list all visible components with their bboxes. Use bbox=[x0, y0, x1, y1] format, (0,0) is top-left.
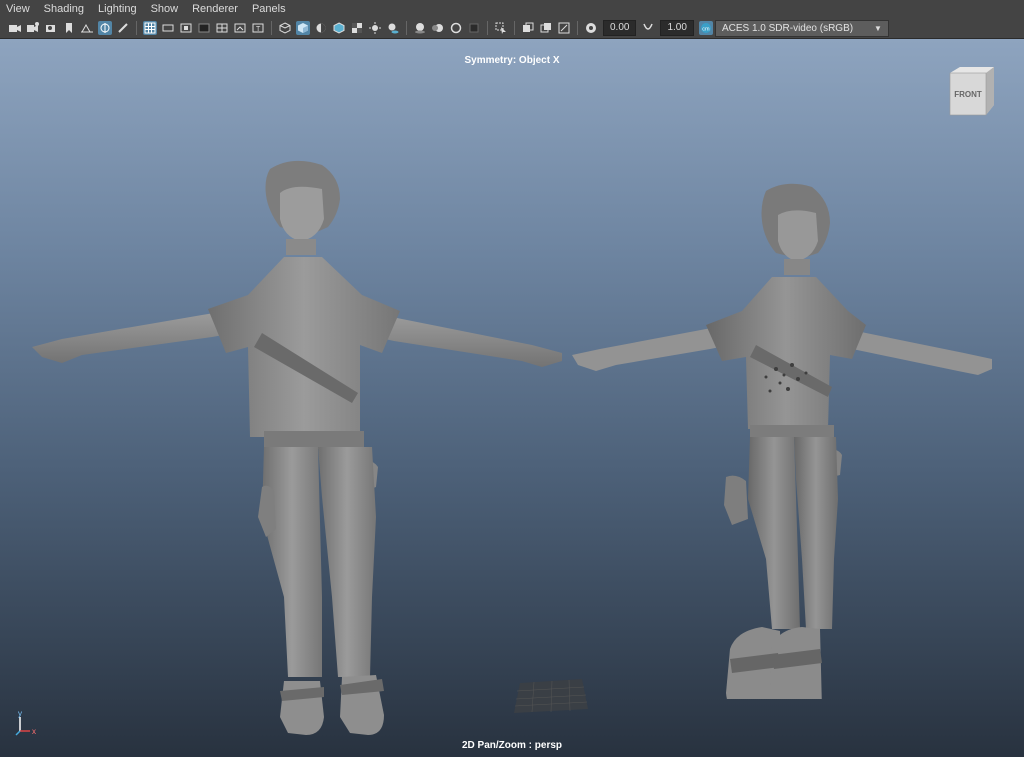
symmetry-hud: Symmetry: Object X bbox=[464, 55, 560, 66]
3d-viewport[interactable]: Symmetry: Object X FRONT y x 2D Pan/Zoom… bbox=[0, 39, 1024, 757]
exposure-field[interactable]: 0.00 bbox=[603, 20, 637, 36]
2d-pan-zoom-icon[interactable] bbox=[98, 21, 112, 35]
axis-x-label: x bbox=[32, 727, 36, 736]
menu-shading[interactable]: Shading bbox=[37, 0, 91, 18]
gamma-field[interactable]: 1.00 bbox=[660, 20, 694, 36]
textured-icon[interactable] bbox=[350, 21, 364, 35]
xray-icon[interactable] bbox=[521, 21, 535, 35]
axis-y-label: y bbox=[18, 709, 22, 718]
multisample-aa-icon[interactable] bbox=[449, 21, 463, 35]
menu-show[interactable]: Show bbox=[144, 0, 186, 18]
grid-icon[interactable] bbox=[143, 21, 157, 35]
menu-renderer[interactable]: Renderer bbox=[185, 0, 245, 18]
screen-space-ao-icon[interactable] bbox=[413, 21, 427, 35]
camera-attributes-icon[interactable] bbox=[26, 21, 40, 35]
toolbar-divider bbox=[514, 21, 515, 35]
resolution-gate-icon[interactable] bbox=[179, 21, 193, 35]
ground-grid bbox=[514, 679, 588, 713]
smooth-shade-cube-icon[interactable] bbox=[296, 21, 310, 35]
toolbar-divider bbox=[136, 21, 137, 35]
camera-icon[interactable] bbox=[8, 21, 22, 35]
toolbar-divider bbox=[487, 21, 488, 35]
panel-toolbar: T 0.00 1.00 cm ACES 1.0 SDR-video (sRGB)… bbox=[0, 18, 1024, 39]
view-transform-label: ACES 1.0 SDR-video (sRGB) bbox=[721, 22, 854, 34]
bookmark-icon[interactable] bbox=[62, 21, 76, 35]
isolate-select-icon[interactable] bbox=[494, 21, 508, 35]
image-plane-icon[interactable] bbox=[80, 21, 94, 35]
shadows-icon[interactable] bbox=[386, 21, 400, 35]
panel-menubar: View Shading Lighting Show Renderer Pane… bbox=[0, 0, 1024, 18]
exposure-icon[interactable] bbox=[584, 21, 598, 35]
wireframe-on-shaded-icon[interactable] bbox=[332, 21, 346, 35]
film-gate-icon[interactable] bbox=[161, 21, 175, 35]
low-poly-character-model[interactable] bbox=[22, 157, 567, 737]
chevron-down-icon: ▼ bbox=[874, 23, 882, 33]
depth-of-field-icon[interactable] bbox=[467, 21, 481, 35]
svg-text:T: T bbox=[256, 26, 261, 33]
menu-panels[interactable]: Panels bbox=[245, 0, 293, 18]
menu-lighting[interactable]: Lighting bbox=[91, 0, 144, 18]
use-all-lights-icon[interactable] bbox=[368, 21, 382, 35]
toolbar-divider bbox=[271, 21, 272, 35]
gamma-icon[interactable] bbox=[641, 21, 655, 35]
camera-status-hud: 2D Pan/Zoom : persp bbox=[461, 740, 562, 751]
bookmark-camera-icon[interactable] bbox=[44, 21, 58, 35]
field-chart-icon[interactable] bbox=[215, 21, 229, 35]
motion-blur-icon[interactable] bbox=[431, 21, 445, 35]
axis-indicator: y x bbox=[15, 709, 36, 736]
viewcube[interactable]: FRONT bbox=[946, 65, 996, 119]
viewcube-front-label: FRONT bbox=[954, 90, 982, 99]
view-transform-dropdown[interactable]: ACES 1.0 SDR-video (sRGB) ▼ bbox=[714, 19, 889, 37]
safe-title-icon[interactable]: T bbox=[251, 21, 265, 35]
use-default-material-icon[interactable] bbox=[314, 21, 328, 35]
gate-mask-icon[interactable] bbox=[197, 21, 211, 35]
wireframe-cube-icon[interactable] bbox=[278, 21, 292, 35]
menu-view[interactable]: View bbox=[0, 0, 37, 18]
grease-pencil-icon[interactable] bbox=[116, 21, 130, 35]
color-management-icon[interactable]: cm bbox=[698, 21, 713, 35]
high-poly-character-model[interactable] bbox=[566, 179, 996, 699]
svg-text:cm: cm bbox=[702, 26, 710, 32]
toolbar-divider bbox=[406, 21, 407, 35]
safe-action-icon[interactable] bbox=[233, 21, 247, 35]
xray-joints-icon[interactable] bbox=[557, 21, 571, 35]
xray-active-components-icon[interactable] bbox=[539, 21, 553, 35]
maya-viewport-panel: View Shading Lighting Show Renderer Pane… bbox=[0, 0, 1024, 757]
toolbar-divider bbox=[577, 21, 578, 35]
